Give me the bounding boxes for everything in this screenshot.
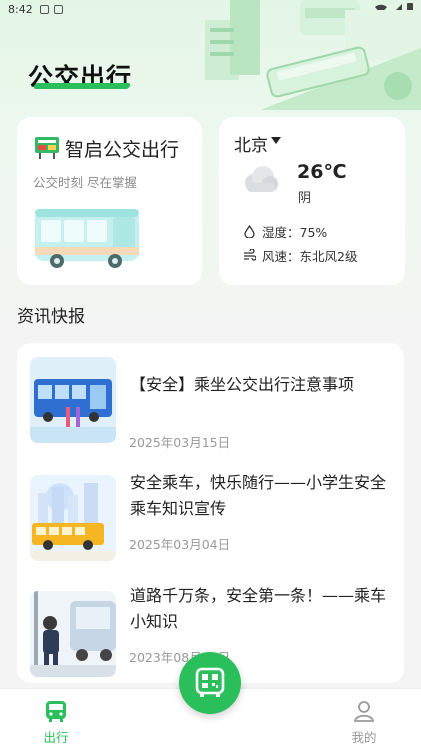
tab-travel[interactable]: 出行 (16, 689, 96, 750)
tab-mine-label: 我的 (351, 730, 377, 745)
tab-travel-label: 出行 (43, 730, 69, 745)
tab-mine[interactable]: 我的 (324, 689, 404, 750)
news-item[interactable]: 【安全】乘坐公交出行注意事项 2025年03月15日 (17, 355, 404, 465)
news-section-title: 资讯快报 (17, 307, 85, 327)
weather-condition: 阴 (298, 191, 312, 206)
news-item[interactable]: 安全乘车，快乐随行——小学生安全乘车知识宣传 2025年03月04日 (17, 465, 404, 575)
water-drop-icon (244, 225, 255, 238)
scan-code-button[interactable] (179, 652, 241, 714)
news-date: 2025年03月04日 (129, 537, 231, 552)
title-underline (32, 83, 132, 89)
news-list: 【安全】乘坐公交出行注意事项 2025年03月15日 安全乘车，快乐随行——小学… (17, 343, 404, 683)
bus-card-subtitle: 公交时刻 尽在掌握 (33, 175, 137, 190)
news-thumbnail-bus-passenger (30, 591, 116, 677)
news-title: 安全乘车，快乐随行——小学生安全乘车知识宣传 (130, 473, 387, 518)
city-illustration (205, 0, 421, 110)
status-time: 8:42 (8, 3, 33, 16)
news-thumbnail-bus-stop (30, 357, 116, 443)
bus-icon (46, 701, 66, 722)
humidity-row: 湿度：75% (243, 222, 327, 241)
weather-card: 北京 26℃ 阴 湿度：75% 风速：东北风2级 (219, 117, 405, 285)
wind-text: 风速：东北风2级 (262, 249, 358, 264)
wind-row: 风速：东北风2级 (243, 246, 357, 265)
bus-stop-sign-icon (35, 137, 59, 159)
bus-illustration (35, 209, 139, 268)
news-date: 2025年03月15日 (129, 435, 231, 450)
news-title: 【安全】乘坐公交出行注意事项 (130, 375, 355, 394)
wind-icon (244, 249, 256, 261)
bus-service-card[interactable]: 智启公交出行 公交时刻 尽在掌握 (17, 117, 202, 285)
news-title: 道路千万条，安全第一条！——乘车小知识 (130, 586, 387, 631)
weather-city: 北京 (234, 136, 268, 156)
humidity-text: 湿度：75% (262, 225, 328, 240)
notification-icon (54, 5, 63, 14)
user-icon (353, 701, 375, 722)
news-thumbnail-school-bus (30, 475, 116, 561)
notification-icon (40, 5, 49, 14)
bus-qr-icon (195, 667, 225, 697)
cloud-icon (245, 166, 278, 192)
bus-card-name: 智启公交出行 (65, 139, 180, 161)
city-dropdown-icon[interactable] (271, 137, 281, 144)
weather-temperature: 26℃ (297, 161, 347, 183)
